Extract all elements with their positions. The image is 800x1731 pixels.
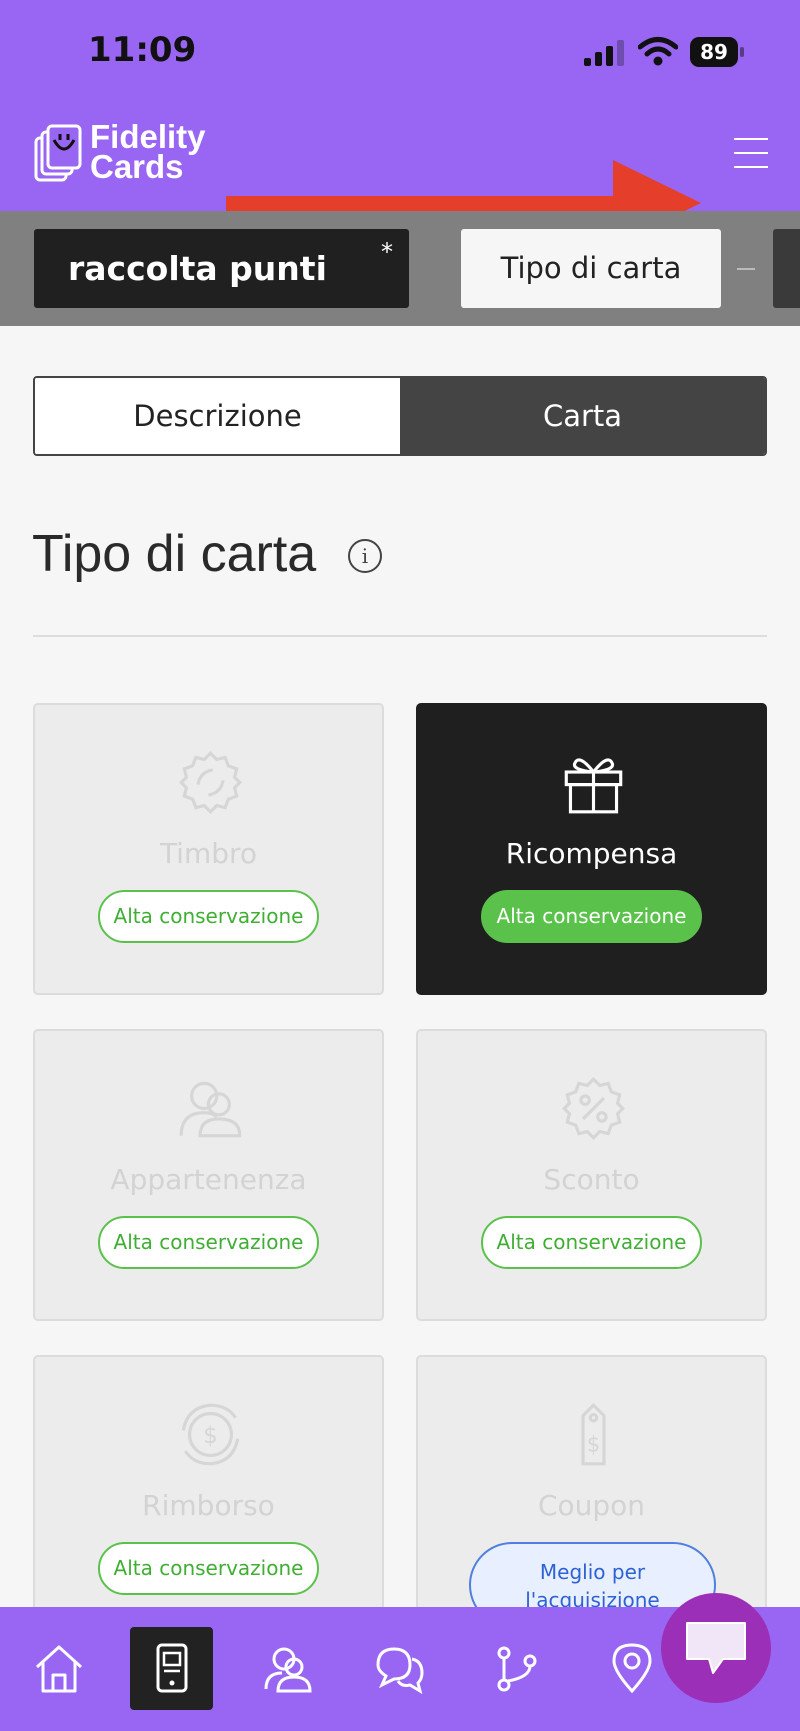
status-bar: 11:09 89 bbox=[0, 0, 800, 100]
card-type-label: Sconto bbox=[543, 1163, 640, 1196]
badge: Alta conservazione bbox=[98, 1542, 319, 1595]
card-type-label: Appartenenza bbox=[110, 1163, 307, 1196]
location-icon[interactable] bbox=[606, 1641, 658, 1693]
gift-icon bbox=[564, 758, 623, 814]
card-type-step-button[interactable]: Tipo di carta bbox=[461, 229, 721, 308]
card-type-appartenenza[interactable]: Appartenenza Alta conservazione bbox=[33, 1029, 384, 1321]
messages-icon[interactable] bbox=[374, 1643, 426, 1695]
card-type-label: Timbro bbox=[159, 837, 258, 870]
card-editor-bar: raccolta punti * Tipo di carta bbox=[0, 211, 800, 326]
card-type-label: Coupon bbox=[537, 1489, 646, 1522]
svg-text:$: $ bbox=[587, 1432, 600, 1456]
badge: Alta conservazione bbox=[481, 1216, 702, 1269]
badge: Alta conservazione bbox=[98, 1216, 319, 1269]
card-name-field[interactable]: raccolta punti * bbox=[34, 229, 409, 308]
section-title: Tipo di carta bbox=[32, 525, 317, 583]
card-type-sconto[interactable]: Sconto Alta conservazione bbox=[416, 1029, 767, 1321]
app-logo-text: Fidelity Cards bbox=[90, 118, 206, 185]
card-type-rimborso[interactable]: $ Rimborso Alta conservazione bbox=[33, 1355, 384, 1647]
wifi-icon bbox=[638, 37, 678, 66]
tab-carta[interactable]: Carta bbox=[400, 378, 765, 454]
svg-text:$: $ bbox=[203, 1423, 218, 1449]
customers-icon[interactable] bbox=[262, 1643, 314, 1695]
card-type-ricompensa[interactable]: Ricompensa Alta conservazione bbox=[416, 703, 767, 995]
automation-icon[interactable] bbox=[490, 1643, 542, 1695]
step-connector bbox=[737, 268, 755, 270]
next-step-button[interactable] bbox=[773, 229, 800, 308]
stamp-icon bbox=[178, 750, 243, 815]
divider bbox=[33, 635, 767, 637]
coupon-icon: $ bbox=[581, 1402, 606, 1466]
card-device-icon bbox=[156, 1643, 188, 1693]
tab-descrizione[interactable]: Descrizione bbox=[35, 378, 400, 454]
badge: Alta conservazione bbox=[481, 890, 702, 943]
card-type-label: Rimborso bbox=[142, 1489, 275, 1522]
fidelity-cards-logo-icon bbox=[34, 124, 82, 182]
card-type-label: Ricompensa bbox=[505, 837, 678, 870]
chat-icon bbox=[686, 1622, 746, 1674]
required-mark: * bbox=[381, 238, 393, 266]
status-time: 11:09 bbox=[88, 30, 197, 70]
info-icon[interactable]: i bbox=[348, 539, 382, 573]
cellular-signal-icon bbox=[584, 40, 624, 66]
battery-level: 89 bbox=[690, 37, 738, 67]
home-icon[interactable] bbox=[33, 1643, 85, 1695]
chat-launcher-button[interactable] bbox=[661, 1593, 771, 1703]
battery-icon: 89 bbox=[690, 37, 746, 67]
membership-icon bbox=[179, 1081, 242, 1138]
cashback-icon: $ bbox=[181, 1403, 240, 1466]
badge: Alta conservazione bbox=[98, 890, 319, 943]
discount-icon bbox=[561, 1076, 626, 1141]
tab-switcher: Descrizione Carta bbox=[33, 376, 767, 456]
card-type-timbro[interactable]: Timbro Alta conservazione bbox=[33, 703, 384, 995]
hamburger-menu-icon[interactable] bbox=[734, 138, 768, 170]
nav-active-tab[interactable] bbox=[130, 1627, 213, 1710]
